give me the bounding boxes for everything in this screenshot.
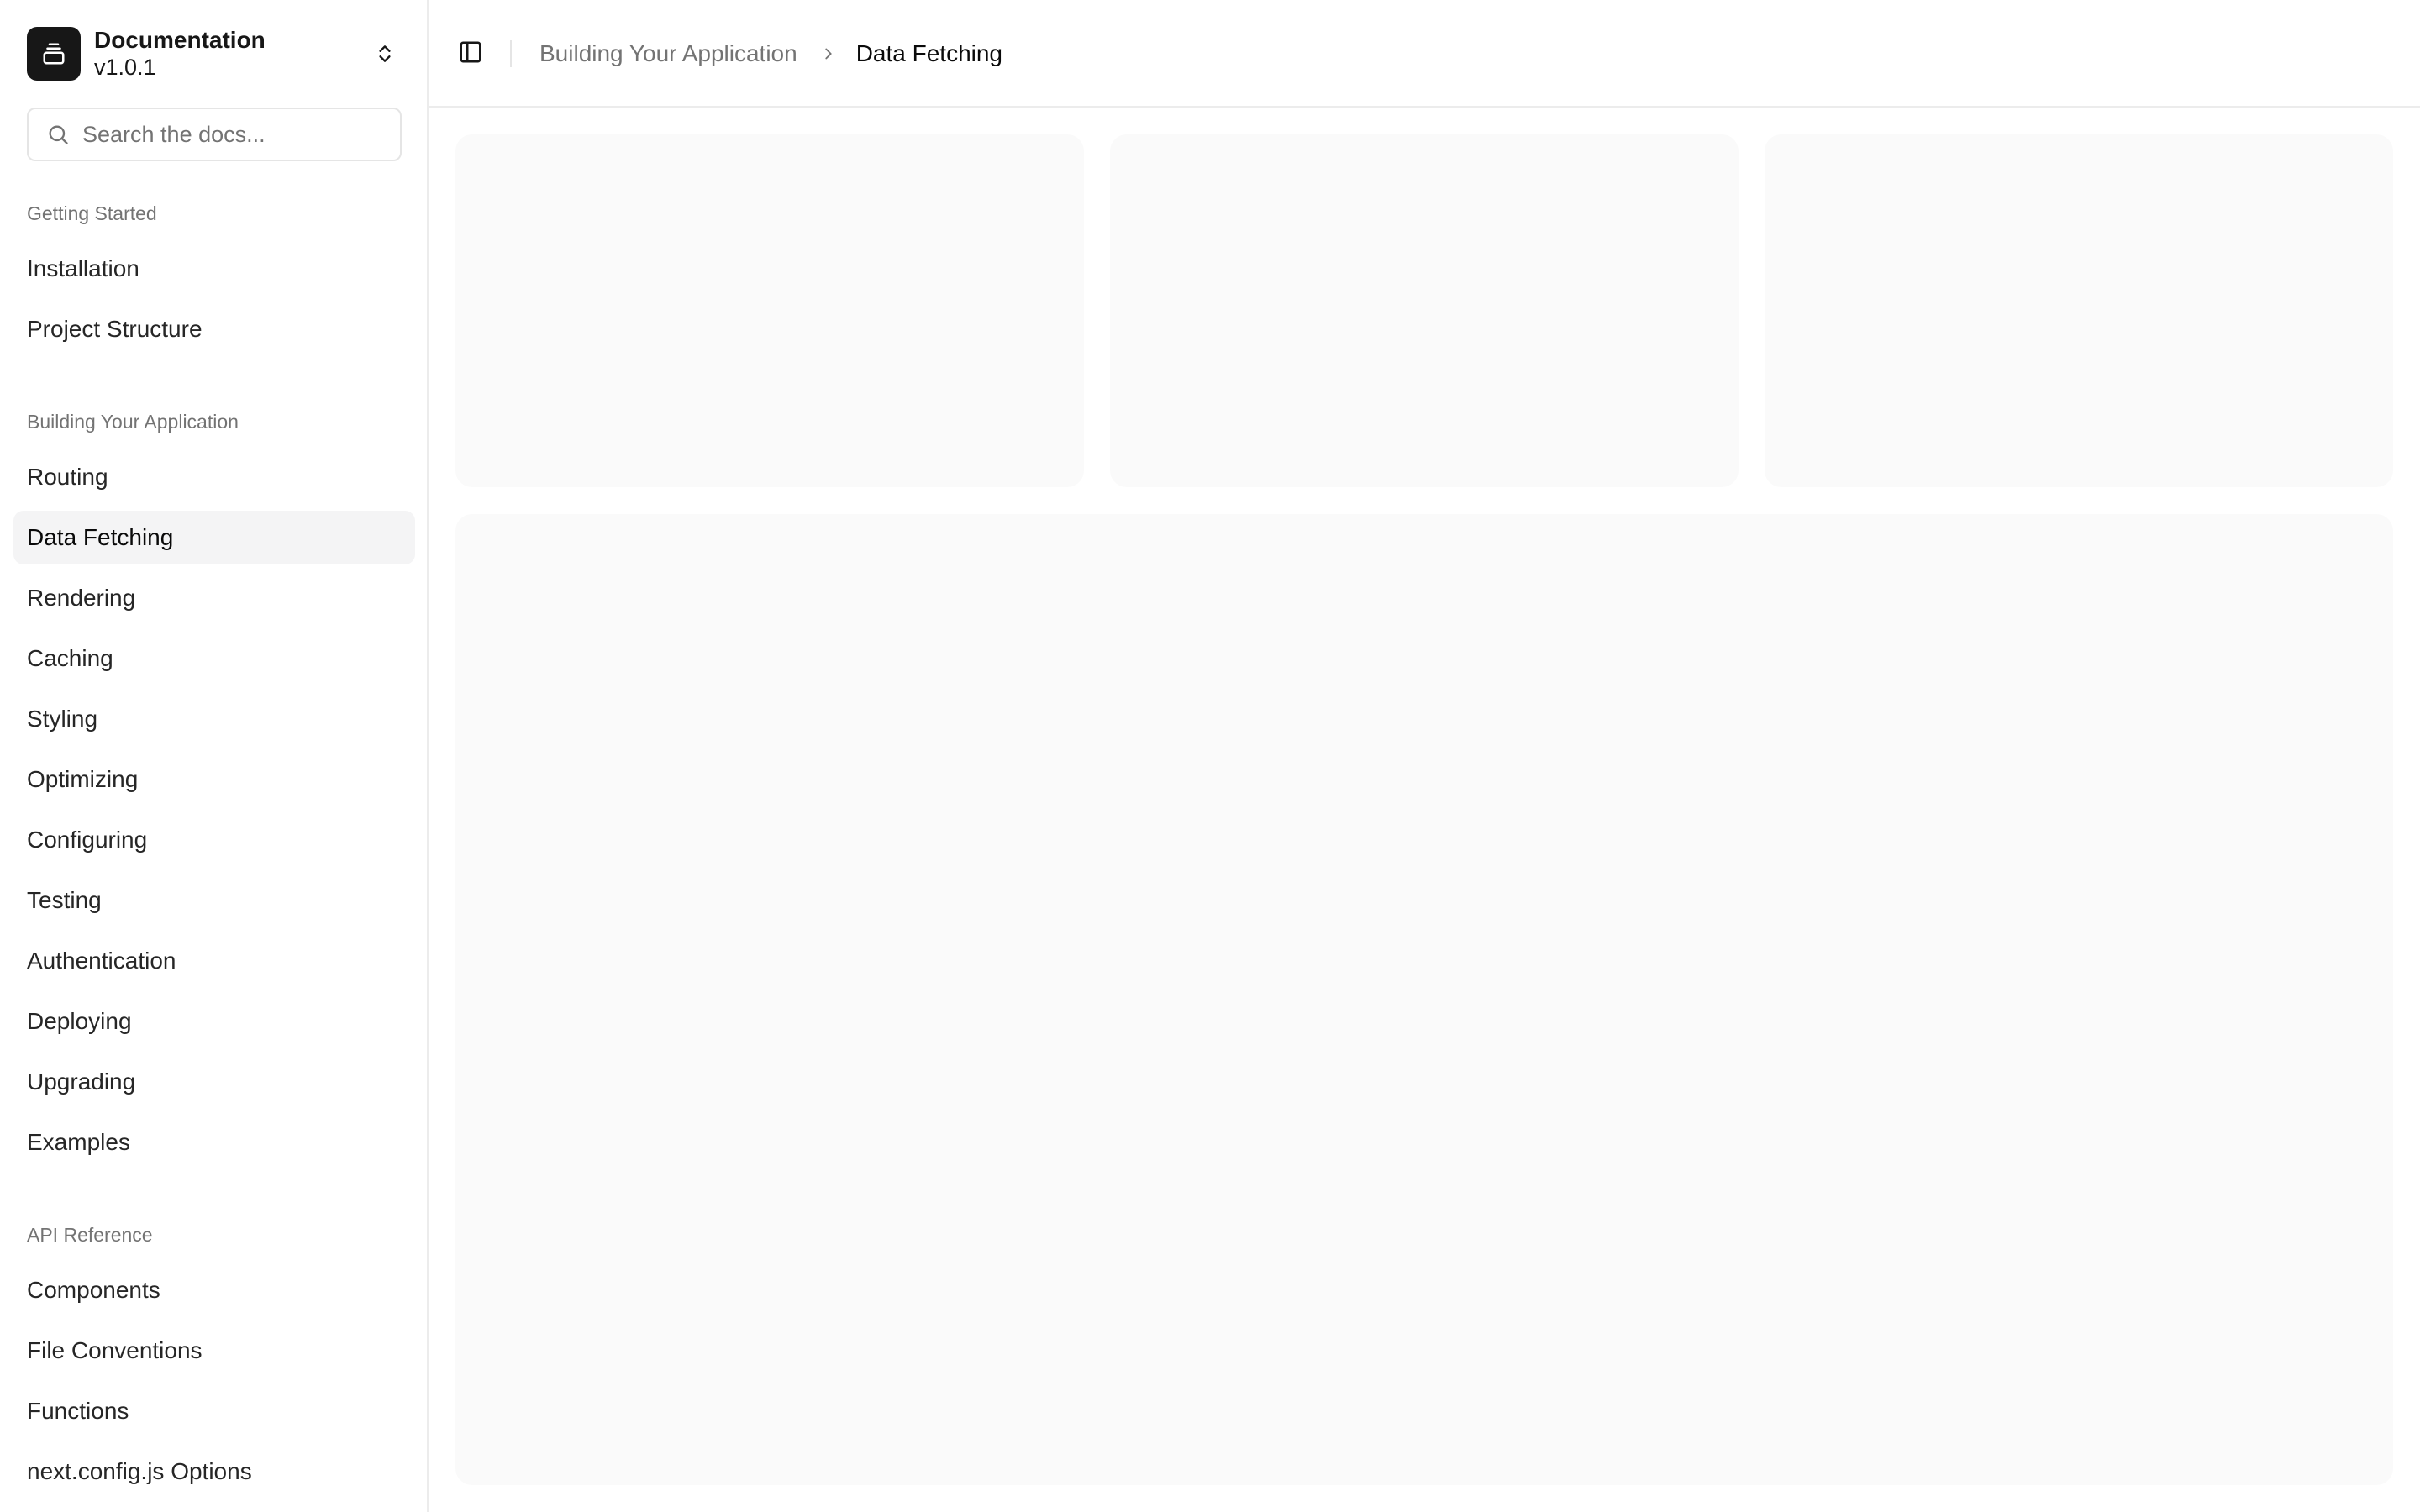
- main-content: Building Your Application Data Fetching: [429, 0, 2420, 1512]
- sidebar-item-components[interactable]: Components: [13, 1263, 415, 1317]
- sidebar-item-authentication[interactable]: Authentication: [13, 934, 415, 988]
- sidebar-item-label: Deploying: [27, 1008, 132, 1034]
- search-input[interactable]: [82, 121, 385, 148]
- sidebar-item-optimizing[interactable]: Optimizing: [13, 753, 415, 806]
- sidebar-item-label: Functions: [27, 1398, 129, 1424]
- sidebar-item-data-fetching[interactable]: Data Fetching: [13, 511, 415, 564]
- sidebar-item-label: Upgrading: [27, 1068, 136, 1095]
- search-box[interactable]: [27, 108, 402, 161]
- sidebar-item-functions[interactable]: Functions: [13, 1384, 415, 1438]
- sidebar-item-label: Optimizing: [27, 766, 139, 792]
- sidebar-toggle-button[interactable]: [454, 37, 487, 71]
- sidebar-item-label: Authentication: [27, 948, 176, 974]
- brand-text: Documentation v1.0.1: [94, 27, 266, 80]
- breadcrumb: Building Your Application Data Fetching: [539, 35, 1002, 72]
- team-switcher[interactable]: Documentation v1.0.1: [27, 25, 402, 82]
- sidebar-item-routing[interactable]: Routing: [13, 450, 415, 504]
- sidebar-item-rendering[interactable]: Rendering: [13, 571, 415, 625]
- gallery-icon: [27, 27, 81, 81]
- chevron-right-icon: [819, 45, 838, 63]
- sidebar-item-label: Routing: [27, 464, 108, 490]
- sidebar-item-label: Styling: [27, 706, 98, 732]
- sidebar-item-configuring[interactable]: Configuring: [13, 813, 415, 867]
- skeleton-content-panel: [455, 514, 2393, 1485]
- sidebar: Documentation v1.0.1 Getting Started Ins: [0, 0, 429, 1512]
- sidebar-item-label: Testing: [27, 887, 102, 913]
- sidebar-item-installation[interactable]: Installation: [13, 242, 415, 296]
- sidebar-item-label: Data Fetching: [27, 524, 174, 550]
- sidebar-item-label: Configuring: [27, 827, 148, 853]
- page-header: Building Your Application Data Fetching: [429, 0, 2420, 108]
- skeleton-card: [455, 134, 1084, 487]
- sidebar-item-next-config-options[interactable]: next.config.js Options: [13, 1445, 415, 1499]
- sidebar-item-caching[interactable]: Caching: [13, 632, 415, 685]
- sidebar-item-label: Project Structure: [27, 316, 203, 342]
- sidebar-item-file-conventions[interactable]: File Conventions: [13, 1324, 415, 1378]
- sidebar-item-label: Rendering: [27, 585, 136, 611]
- skeleton-card: [1765, 134, 2393, 487]
- search-icon: [44, 120, 72, 149]
- sidebar-item-label: Installation: [27, 255, 139, 281]
- header-divider: [510, 40, 512, 67]
- sidebar-item-project-structure[interactable]: Project Structure: [13, 302, 415, 356]
- breadcrumb-current-page: Data Fetching: [855, 40, 1003, 66]
- sidebar-item-deploying[interactable]: Deploying: [13, 995, 415, 1048]
- sidebar-item-label: next.config.js Options: [27, 1458, 252, 1484]
- sidebar-item-examples[interactable]: Examples: [13, 1116, 415, 1169]
- chevrons-up-down-icon[interactable]: [368, 37, 402, 71]
- group-label-getting-started: Getting Started: [27, 202, 157, 224]
- panel-left-icon: [458, 39, 483, 69]
- sidebar-item-label: File Conventions: [27, 1337, 203, 1363]
- brand-title: Documentation: [94, 27, 266, 54]
- group-label-api-reference: API Reference: [27, 1224, 153, 1246]
- sidebar-item-upgrading[interactable]: Upgrading: [13, 1055, 415, 1109]
- skeleton-card: [1110, 134, 1739, 487]
- brand-version: v1.0.1: [94, 54, 156, 80]
- sidebar-item-label: Components: [27, 1277, 160, 1303]
- sidebar-item-styling[interactable]: Styling: [13, 692, 415, 746]
- breadcrumb-parent-link[interactable]: Building Your Application: [539, 40, 797, 67]
- group-label-building-your-application: Building Your Application: [27, 411, 239, 433]
- sidebar-item-testing[interactable]: Testing: [13, 874, 415, 927]
- sidebar-item-label: Caching: [27, 645, 113, 671]
- sidebar-item-label: Examples: [27, 1129, 130, 1155]
- app-root: Documentation v1.0.1 Getting Started Ins: [0, 0, 2420, 1512]
